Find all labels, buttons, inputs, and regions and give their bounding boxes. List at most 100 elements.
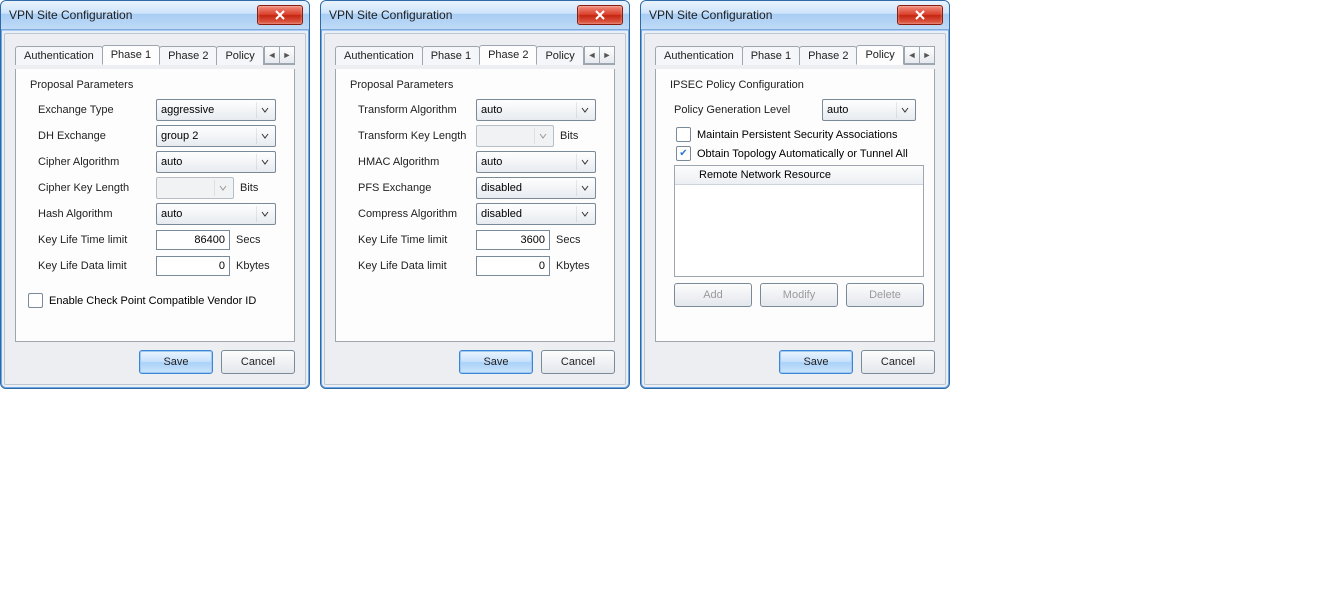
tabstrip: Authentication Phase 1 Phase 2 Policy ◄ … [655, 44, 935, 65]
tab-scroll-right[interactable]: ► [919, 46, 935, 64]
checkbox-vendor-id[interactable] [28, 293, 43, 308]
titlebar[interactable]: VPN Site Configuration [641, 1, 949, 30]
label-key-life-time: Key Life Time limit [38, 234, 156, 246]
window-policy: VPN Site Configuration Authentication Ph… [640, 0, 950, 389]
label-cipher-algorithm: Cipher Algorithm [38, 156, 156, 168]
tab-scroll-right[interactable]: ► [599, 46, 615, 64]
tab-phase1[interactable]: Phase 1 [742, 46, 800, 65]
tab-scroll-left[interactable]: ◄ [264, 46, 280, 64]
save-button[interactable]: Save [459, 350, 533, 374]
close-button[interactable] [897, 5, 943, 25]
label-pfs-exchange: PFS Exchange [358, 182, 476, 194]
label-obtain-topology: Obtain Topology Automatically or Tunnel … [697, 148, 908, 160]
save-button[interactable]: Save [779, 350, 853, 374]
chevron-down-icon [256, 206, 273, 222]
label-hash-algorithm: Hash Algorithm [38, 208, 156, 220]
window-phase2: VPN Site Configuration Authentication Ph… [320, 0, 630, 389]
checkbox-persistent-sa[interactable] [676, 127, 691, 142]
titlebar[interactable]: VPN Site Configuration [1, 1, 309, 30]
unit-secs: Secs [556, 234, 580, 246]
modify-button[interactable]: Modify [760, 283, 838, 307]
tabstrip: Authentication Phase 1 Phase 2 Policy ◄ … [15, 44, 295, 65]
cancel-button[interactable]: Cancel [861, 350, 935, 374]
titlebar[interactable]: VPN Site Configuration [321, 1, 629, 30]
tabpage-phase2: Proposal Parameters Transform Algorithm … [335, 69, 615, 342]
chevron-down-icon [534, 128, 551, 144]
add-button[interactable]: Add [674, 283, 752, 307]
chevron-down-icon [576, 180, 593, 196]
unit-secs: Secs [236, 234, 260, 246]
combo-exchange-type[interactable]: aggressive [156, 99, 276, 121]
combo-cipher-key-length [156, 177, 234, 199]
window-title: VPN Site Configuration [7, 8, 257, 22]
label-compress-algorithm: Compress Algorithm [358, 208, 476, 220]
chevron-down-icon [256, 102, 273, 118]
group-title: Proposal Parameters [30, 79, 284, 91]
tab-scroll-left[interactable]: ◄ [584, 46, 600, 64]
combo-pfs-exchange[interactable]: disabled [476, 177, 596, 199]
tab-phase1[interactable]: Phase 1 [422, 46, 480, 65]
unit-bits: Bits [560, 130, 578, 142]
combo-dh-exchange[interactable]: group 2 [156, 125, 276, 147]
cancel-button[interactable]: Cancel [541, 350, 615, 374]
input-key-life-data[interactable] [156, 256, 230, 276]
close-button[interactable] [257, 5, 303, 25]
combo-hash-algorithm[interactable]: auto [156, 203, 276, 225]
chevron-down-icon [576, 154, 593, 170]
tab-authentication[interactable]: Authentication [655, 46, 743, 65]
tab-authentication[interactable]: Authentication [15, 46, 103, 65]
unit-kbytes: Kbytes [556, 260, 590, 272]
combo-cipher-algorithm[interactable]: auto [156, 151, 276, 173]
chevron-down-icon [256, 154, 273, 170]
combo-policy-generation[interactable]: auto [822, 99, 916, 121]
label-policy-generation: Policy Generation Level [674, 104, 822, 116]
list-header: Remote Network Resource [675, 166, 923, 185]
label-transform-key-length: Transform Key Length [358, 130, 476, 142]
combo-transform-algorithm[interactable]: auto [476, 99, 596, 121]
label-exchange-type: Exchange Type [38, 104, 156, 116]
chevron-down-icon [256, 128, 273, 144]
tab-scroll-left[interactable]: ◄ [904, 46, 920, 64]
tab-authentication[interactable]: Authentication [335, 46, 423, 65]
chevron-down-icon [576, 206, 593, 222]
combo-transform-key-length [476, 125, 554, 147]
input-key-life-data[interactable] [476, 256, 550, 276]
tab-policy[interactable]: Policy [216, 46, 263, 65]
chevron-down-icon [214, 180, 231, 196]
label-key-life-data: Key Life Data limit [358, 260, 476, 272]
tab-phase2[interactable]: Phase 2 [479, 45, 537, 65]
client-area: Authentication Phase 1 Phase 2 Policy ◄ … [324, 33, 626, 385]
combo-compress-algorithm[interactable]: disabled [476, 203, 596, 225]
tab-phase2[interactable]: Phase 2 [799, 46, 857, 65]
unit-kbytes: Kbytes [236, 260, 270, 272]
label-vendor-id: Enable Check Point Compatible Vendor ID [49, 295, 256, 307]
close-button[interactable] [577, 5, 623, 25]
save-button[interactable]: Save [139, 350, 213, 374]
tabpage-policy: IPSEC Policy Configuration Policy Genera… [655, 69, 935, 342]
tabstrip: Authentication Phase 1 Phase 2 Policy ◄ … [335, 44, 615, 65]
delete-button[interactable]: Delete [846, 283, 924, 307]
input-key-life-time[interactable] [156, 230, 230, 250]
cancel-button[interactable]: Cancel [221, 350, 295, 374]
tab-policy[interactable]: Policy [856, 45, 903, 65]
group-title: Proposal Parameters [350, 79, 604, 91]
checkbox-obtain-topology[interactable] [676, 146, 691, 161]
tab-phase2[interactable]: Phase 2 [159, 46, 217, 65]
label-key-life-time: Key Life Time limit [358, 234, 476, 246]
label-hmac-algorithm: HMAC Algorithm [358, 156, 476, 168]
combo-hmac-algorithm[interactable]: auto [476, 151, 596, 173]
client-area: Authentication Phase 1 Phase 2 Policy ◄ … [644, 33, 946, 385]
listbox-remote-network[interactable]: Remote Network Resource [674, 165, 924, 277]
label-persistent-sa: Maintain Persistent Security Association… [697, 129, 898, 141]
label-cipher-key-length: Cipher Key Length [38, 182, 156, 194]
input-key-life-time[interactable] [476, 230, 550, 250]
tab-phase1[interactable]: Phase 1 [102, 45, 160, 65]
group-title: IPSEC Policy Configuration [670, 79, 924, 91]
label-key-life-data: Key Life Data limit [38, 260, 156, 272]
tab-policy[interactable]: Policy [536, 46, 583, 65]
client-area: Authentication Phase 1 Phase 2 Policy ◄ … [4, 33, 306, 385]
unit-bits: Bits [240, 182, 258, 194]
label-dh-exchange: DH Exchange [38, 130, 156, 142]
tab-scroll-right[interactable]: ► [279, 46, 295, 64]
chevron-down-icon [576, 102, 593, 118]
